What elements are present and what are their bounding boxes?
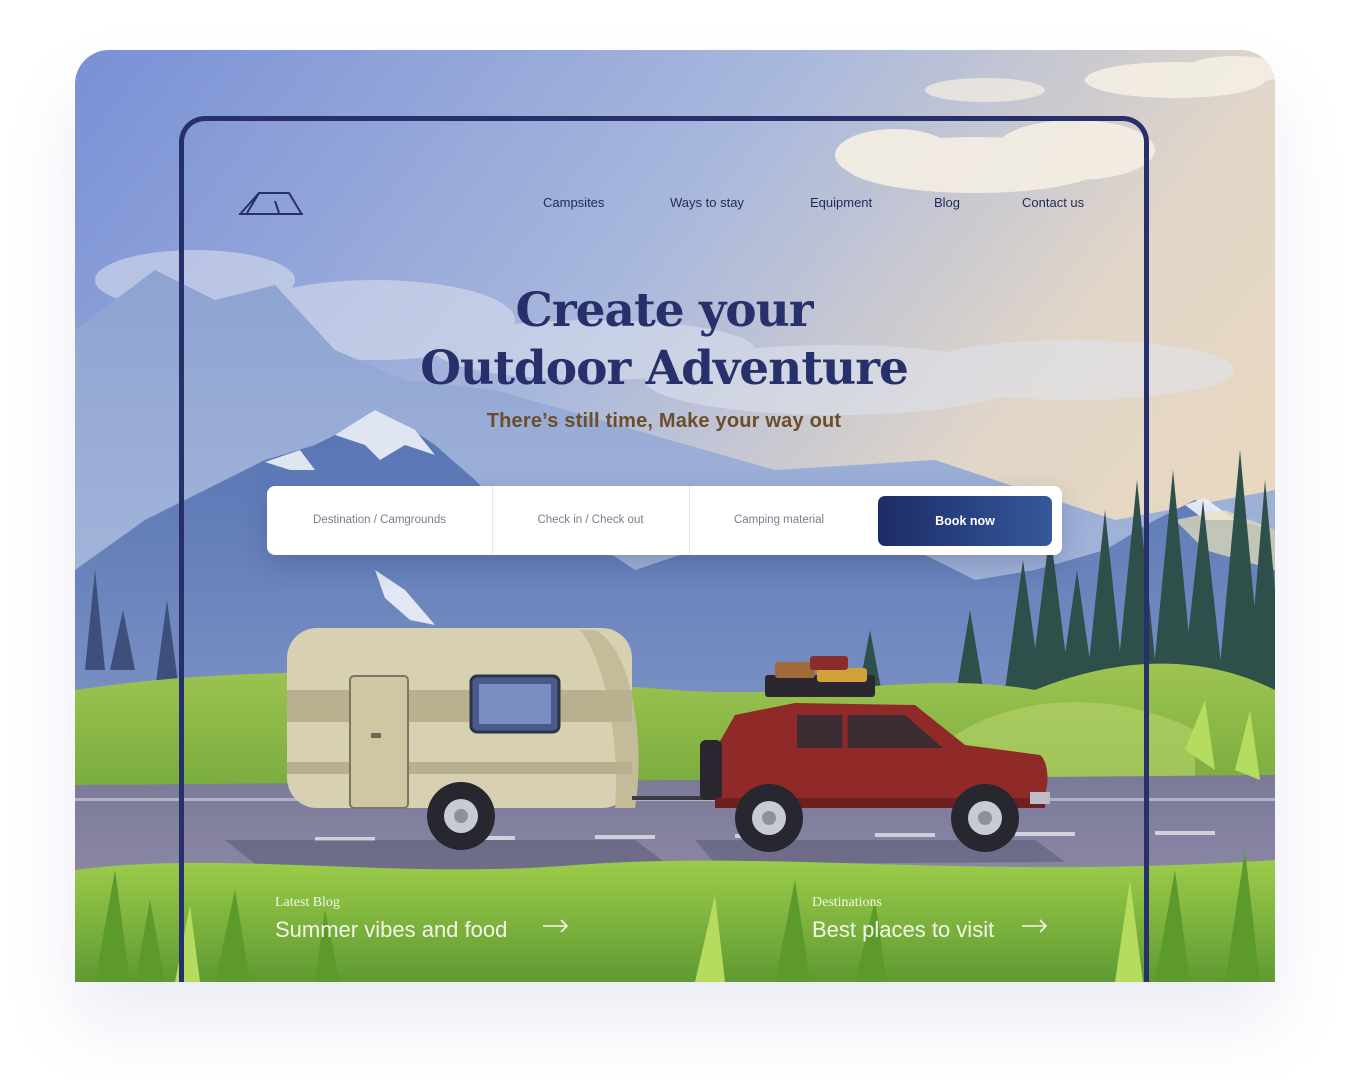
hero-card: Campsites Ways to stay Equipment Blog Co… bbox=[75, 50, 1275, 982]
dates-field[interactable]: Check in / Check out bbox=[492, 486, 689, 555]
destination-field[interactable]: Destination / Camgrounds bbox=[267, 486, 492, 555]
hero-subtitle: There’s still time, Make your way out bbox=[486, 410, 842, 432]
hero-title: Create your Outdoor Adventure bbox=[75, 282, 1253, 398]
nav-equipment[interactable]: Equipment bbox=[810, 195, 872, 210]
hero-title-line2: Outdoor Adventure bbox=[420, 341, 909, 396]
camping-material-field[interactable]: Camping material bbox=[689, 486, 869, 555]
nav-contact-us[interactable]: Contact us bbox=[1022, 195, 1084, 210]
destinations-link[interactable]: Destinations Best places to visit bbox=[812, 895, 1048, 943]
booking-search-bar: Destination / Camgrounds Check in / Chec… bbox=[267, 486, 1062, 555]
destinations-label: Destinations bbox=[812, 895, 882, 910]
nav-campsites[interactable]: Campsites bbox=[543, 195, 604, 210]
nav-blog[interactable]: Blog bbox=[934, 195, 960, 210]
arrow-right-icon bbox=[543, 919, 569, 933]
latest-blog-link[interactable]: Latest Blog Summer vibes and food bbox=[275, 895, 569, 943]
hero-title-line1: Create your bbox=[515, 283, 813, 338]
latest-blog-label: Latest Blog bbox=[275, 895, 340, 910]
arrow-right-icon bbox=[1022, 919, 1048, 933]
destinations-title: Best places to visit bbox=[812, 917, 995, 942]
book-now-button[interactable]: Book now bbox=[878, 496, 1052, 546]
nav-ways-to-stay[interactable]: Ways to stay bbox=[670, 195, 744, 210]
main-nav: Campsites Ways to stay Equipment Blog Co… bbox=[75, 195, 1275, 215]
latest-blog-title: Summer vibes and food bbox=[275, 917, 508, 942]
